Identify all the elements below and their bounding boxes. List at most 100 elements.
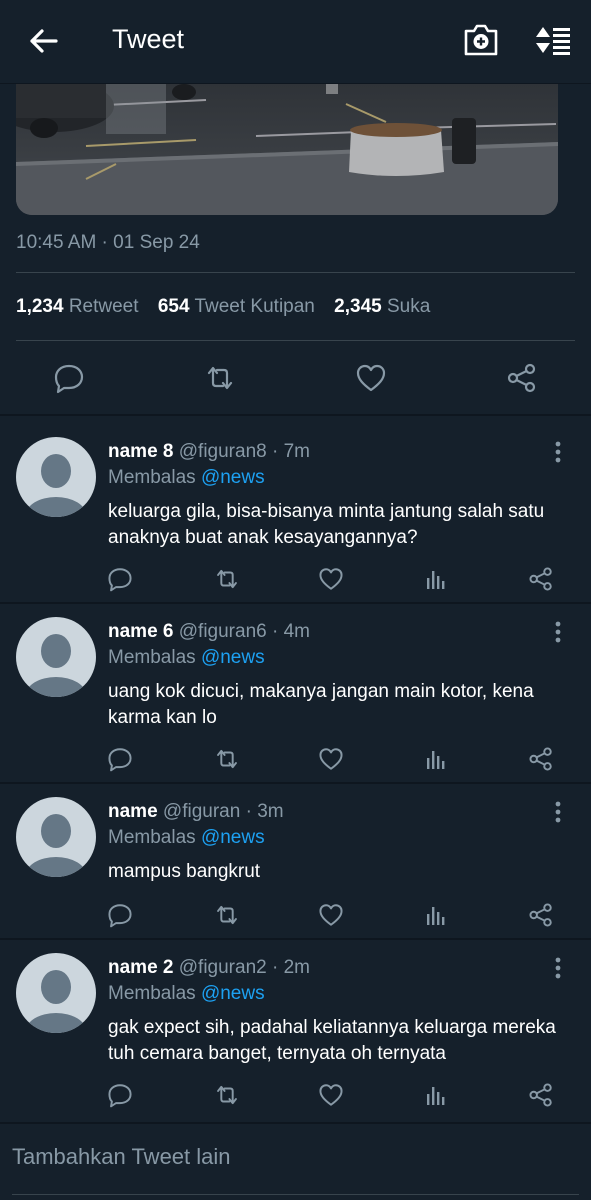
more-vertical-icon	[555, 441, 561, 463]
share-icon	[507, 363, 536, 393]
like-icon	[319, 904, 343, 926]
quote-stat[interactable]: 654 Tweet Kutipan	[158, 296, 315, 317]
reply-author[interactable]: name @figuran · 3m	[108, 801, 284, 823]
sort-button[interactable]	[532, 22, 574, 58]
reply-tweet[interactable]: name @figuran · 3m Membalas @news mampus…	[0, 784, 591, 938]
share-button[interactable]	[528, 902, 554, 928]
retweet-button[interactable]	[214, 566, 240, 592]
analytics-button[interactable]	[423, 566, 449, 592]
analytics-button[interactable]	[423, 746, 449, 772]
reply-author[interactable]: name 6 @figuran6 · 4m	[108, 621, 310, 643]
like-button[interactable]	[355, 362, 387, 394]
retweet-icon	[217, 905, 237, 925]
user-handle: @figuran2	[178, 957, 267, 978]
quote-count: 654	[157, 296, 190, 317]
avatar[interactable]	[16, 617, 96, 697]
reply-time: · 4m	[272, 621, 310, 642]
share-button[interactable]	[506, 362, 538, 394]
more-options-button[interactable]	[548, 800, 568, 824]
mention-link[interactable]: @news	[201, 983, 265, 1004]
reply-text: uang kok dicuci, makanya jangan main kot…	[108, 681, 534, 728]
share-button[interactable]	[528, 566, 554, 592]
reply-button[interactable]	[107, 566, 133, 592]
analytics-button[interactable]	[423, 902, 449, 928]
reply-icon	[108, 904, 132, 928]
like-button[interactable]	[318, 1082, 344, 1108]
reply-button[interactable]	[53, 362, 85, 394]
retweet-button[interactable]	[214, 746, 240, 772]
camera-plus-icon	[464, 24, 498, 56]
retweet-icon	[217, 749, 237, 769]
divider	[16, 272, 575, 273]
like-button[interactable]	[318, 902, 344, 928]
display-name: name	[108, 801, 158, 822]
reply-text: mampus bangkrut	[108, 861, 261, 882]
tweet-image[interactable]	[16, 84, 558, 215]
reply-button[interactable]	[107, 902, 133, 928]
replying-to: Membalas @news	[108, 983, 265, 1005]
share-icon	[529, 747, 552, 771]
reply-icon	[108, 1084, 132, 1108]
street-photo	[16, 84, 558, 215]
analytics-icon	[427, 1087, 445, 1105]
analytics-button[interactable]	[423, 1082, 449, 1108]
more-vertical-icon	[555, 801, 561, 823]
like-icon	[319, 748, 343, 770]
more-options-button[interactable]	[548, 956, 568, 980]
more-options-button[interactable]	[548, 440, 568, 464]
retweet-button[interactable]	[204, 362, 236, 394]
like-icon	[319, 568, 343, 590]
avatar[interactable]	[16, 797, 96, 877]
compose-underline	[12, 1194, 579, 1195]
replying-to: Membalas @news	[108, 647, 265, 669]
like-icon	[319, 1084, 343, 1106]
share-icon	[529, 1083, 552, 1107]
reply-text: keluarga gila, bisa-bisanya minta jantun…	[108, 501, 545, 548]
default-avatar-icon	[26, 454, 86, 517]
mention-link[interactable]: @news	[201, 647, 265, 668]
retweet-icon	[217, 569, 237, 589]
reply-tweet[interactable]: name 6 @figuran6 · 4m Membalas @news uan…	[0, 604, 591, 782]
more-options-button[interactable]	[548, 620, 568, 644]
retweet-stat[interactable]: 1,234 Retweet	[16, 296, 139, 317]
reply-button[interactable]	[107, 746, 133, 772]
top-app-bar: Tweet	[0, 0, 591, 84]
section-divider	[0, 1122, 591, 1124]
display-name: name 2	[108, 957, 174, 978]
reply-time: · 2m	[272, 957, 310, 978]
like-button[interactable]	[318, 746, 344, 772]
more-vertical-icon	[555, 621, 561, 643]
tweet-timestamp: 10:45 AM · 01 Sep 24	[16, 232, 200, 253]
replying-prefix: Membalas	[108, 983, 196, 1004]
camera-button[interactable]	[462, 21, 500, 59]
analytics-icon	[427, 907, 445, 925]
default-avatar-icon	[26, 634, 86, 697]
reply-author[interactable]: name 2 @figuran2 · 2m	[108, 957, 310, 979]
reply-author[interactable]: name 8 @figuran8 · 7m	[108, 441, 310, 463]
mention-link[interactable]: @news	[201, 827, 265, 848]
tweet-stats: 1,234 Retweet 654 Tweet Kutipan 2,345 Su…	[16, 296, 444, 318]
share-button[interactable]	[528, 746, 554, 772]
default-avatar-icon	[26, 814, 86, 877]
share-icon	[529, 567, 552, 591]
share-button[interactable]	[528, 1082, 554, 1108]
reply-icon	[54, 364, 84, 394]
avatar[interactable]	[16, 437, 96, 517]
reply-tweet[interactable]: name 8 @figuran8 · 7m Membalas @news kel…	[0, 416, 591, 602]
retweet-button[interactable]	[214, 1082, 240, 1108]
reply-tweet[interactable]: name 2 @figuran2 · 2m Membalas @news gak…	[0, 940, 591, 1122]
add-tweet-input[interactable]: Tambahkan Tweet lain	[12, 1144, 231, 1170]
arrow-left-icon	[30, 29, 58, 53]
like-stat[interactable]: 2,345 Suka	[334, 296, 430, 317]
mention-link[interactable]: @news	[201, 467, 265, 488]
user-handle: @figuran	[162, 801, 241, 822]
retweet-button[interactable]	[214, 902, 240, 928]
retweet-count: 1,234	[16, 296, 64, 317]
analytics-icon	[427, 571, 445, 589]
avatar[interactable]	[16, 953, 96, 1033]
reply-button[interactable]	[107, 1082, 133, 1108]
like-label: Suka	[386, 296, 431, 317]
back-button[interactable]	[26, 24, 60, 58]
reply-time: · 7m	[272, 441, 310, 462]
like-button[interactable]	[318, 566, 344, 592]
